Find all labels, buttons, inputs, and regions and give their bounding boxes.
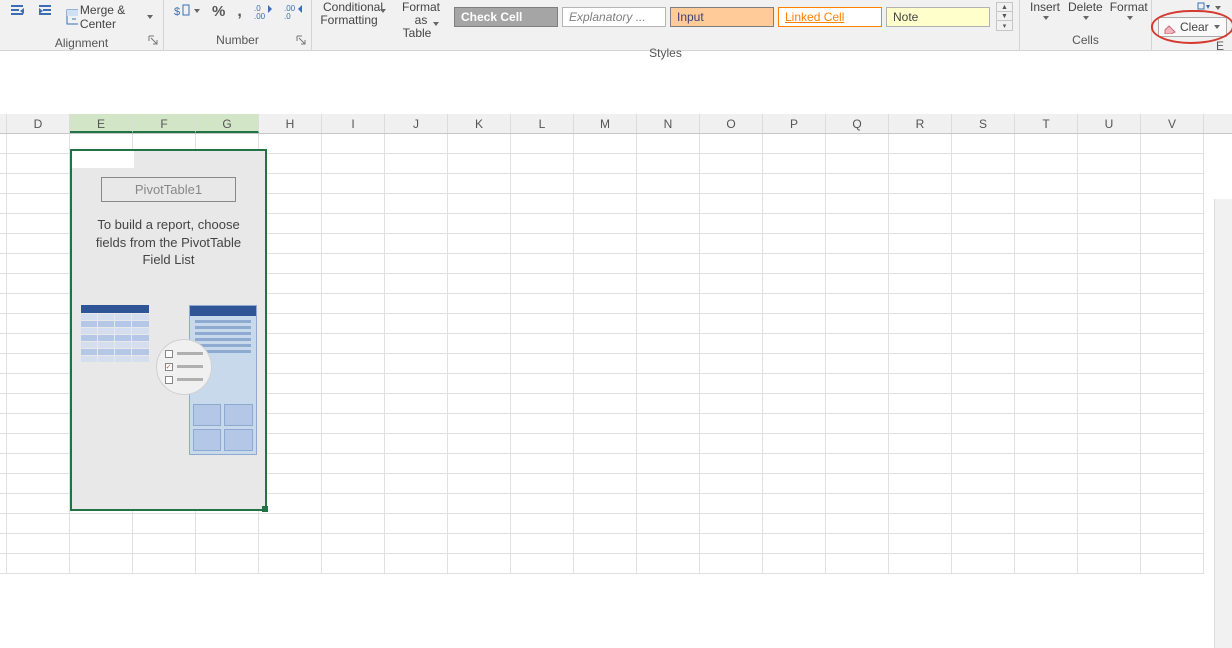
column-header[interactable]: J [385, 114, 448, 133]
svg-text:.0: .0 [284, 12, 291, 19]
column-header[interactable]: S [952, 114, 1015, 133]
gallery-more-icon[interactable]: ▾ [997, 21, 1012, 30]
column-header[interactable]: H [259, 114, 322, 133]
fill-down-icon [1197, 2, 1211, 14]
mini-table-icon [81, 305, 149, 362]
eraser-icon [1163, 20, 1177, 34]
column-header[interactable]: M [574, 114, 637, 133]
column-header[interactable]: K [448, 114, 511, 133]
group-number: $ % , .0.00 .00.0 Number [164, 0, 312, 50]
merge-center-button[interactable]: Merge & Center [62, 0, 157, 34]
comma-button[interactable]: , [233, 0, 245, 24]
increase-indent-icon [38, 3, 54, 19]
style-check-cell[interactable]: Check Cell [454, 7, 558, 27]
format-as-table-button[interactable]: Format asTable [392, 0, 450, 44]
group-title-styles: Styles [318, 44, 1013, 63]
column-header[interactable]: L [511, 114, 574, 133]
pivot-corner [72, 151, 134, 168]
chevron-down-icon [1215, 6, 1221, 10]
comma-icon: , [237, 3, 241, 21]
column-headers[interactable]: DEFGHIJKLMNOPQRSTUV [0, 114, 1232, 134]
chevron-down-icon [1043, 16, 1049, 20]
column-header[interactable]: T [1015, 114, 1078, 133]
column-header[interactable]: O [700, 114, 763, 133]
pivot-title: PivotTable1 [101, 177, 236, 202]
decrease-indent-button[interactable] [6, 0, 30, 22]
column-header[interactable]: V [1141, 114, 1204, 133]
column-header[interactable] [0, 114, 7, 133]
column-header[interactable]: E [70, 114, 133, 133]
vertical-scrollbar[interactable] [1214, 199, 1232, 648]
column-header[interactable]: P [763, 114, 826, 133]
number-dialog-launcher[interactable] [294, 33, 308, 47]
percent-icon: % [212, 3, 225, 20]
increase-decimal-button[interactable]: .0.00 [250, 0, 276, 22]
clear-button[interactable]: Clear [1158, 17, 1227, 37]
alignment-dialog-launcher[interactable] [146, 33, 160, 47]
increase-indent-button[interactable] [34, 0, 58, 22]
accounting-format-button[interactable]: $ [170, 0, 204, 22]
gallery-up-icon[interactable]: ▲ [997, 3, 1012, 12]
gallery-scroll[interactable]: ▲ ▼ ▾ [996, 2, 1013, 31]
selection-handle[interactable] [262, 506, 268, 512]
column-header[interactable]: G [196, 114, 259, 133]
insert-button[interactable]: Insert [1026, 0, 1064, 23]
format-button[interactable]: Format [1107, 0, 1151, 23]
svg-text:.00: .00 [254, 12, 266, 19]
group-alignment: Merge & Center Alignment [0, 0, 164, 50]
group-editing: Clear E [1152, 0, 1232, 50]
chevron-down-icon [1083, 16, 1089, 20]
group-cells: Insert Delete Format Cells [1020, 0, 1152, 50]
style-note[interactable]: Note [886, 7, 990, 27]
field-checkbox-icon: ✓ [156, 339, 212, 395]
column-header[interactable]: D [7, 114, 70, 133]
style-explanatory[interactable]: Explanatory ... [562, 7, 666, 27]
percent-button[interactable]: % [208, 0, 229, 23]
chevron-down-icon [194, 9, 200, 13]
decrease-decimal-icon: .00.0 [284, 3, 302, 19]
column-header[interactable]: F [133, 114, 196, 133]
chevron-down-icon [1127, 16, 1133, 20]
group-title-cells: Cells [1026, 31, 1145, 50]
merge-center-label: Merge & Center [80, 3, 143, 31]
column-header[interactable]: Q [826, 114, 889, 133]
dialog-launcher-icon [296, 35, 306, 45]
chevron-down-icon [380, 9, 386, 27]
decrease-decimal-button[interactable]: .00.0 [280, 0, 306, 22]
merge-center-icon [66, 9, 78, 25]
style-input[interactable]: Input [670, 7, 774, 27]
chevron-down-icon [147, 15, 153, 19]
group-title-alignment: Alignment [6, 34, 157, 53]
column-header[interactable]: N [637, 114, 700, 133]
cell-styles-gallery: Check Cell Explanatory ... Input Linked … [454, 0, 1013, 31]
group-title-number: Number [170, 31, 305, 50]
style-linked-cell[interactable]: Linked Cell [778, 7, 882, 27]
gallery-down-icon[interactable]: ▼ [997, 12, 1012, 21]
decrease-indent-icon [10, 3, 26, 19]
group-styles: ConditionalFormatting Format asTable Che… [312, 0, 1020, 50]
fill-button[interactable] [1192, 1, 1226, 15]
group-title-editing: E [1158, 37, 1226, 56]
column-header[interactable]: I [322, 114, 385, 133]
conditional-formatting-button[interactable]: ConditionalFormatting [318, 0, 388, 30]
pivot-message: To build a report, choose fields from th… [82, 216, 255, 269]
pivot-illustration: ✓ [81, 305, 257, 455]
pivot-table-placeholder[interactable]: PivotTable1 To build a report, choose fi… [70, 149, 267, 511]
ribbon: Merge & Center Alignment $ % , .0.00 [0, 0, 1232, 51]
svg-text:$: $ [174, 6, 180, 18]
column-header[interactable]: R [889, 114, 952, 133]
increase-decimal-icon: .0.00 [254, 3, 272, 19]
currency-icon: $ [174, 3, 190, 19]
column-header[interactable]: U [1078, 114, 1141, 133]
chevron-down-icon [433, 22, 439, 40]
spreadsheet-grid[interactable]: DEFGHIJKLMNOPQRSTUV PivotTable1 To build… [0, 114, 1232, 648]
dialog-launcher-icon [148, 35, 158, 45]
chevron-down-icon [1214, 25, 1220, 29]
delete-button[interactable]: Delete [1064, 0, 1107, 23]
